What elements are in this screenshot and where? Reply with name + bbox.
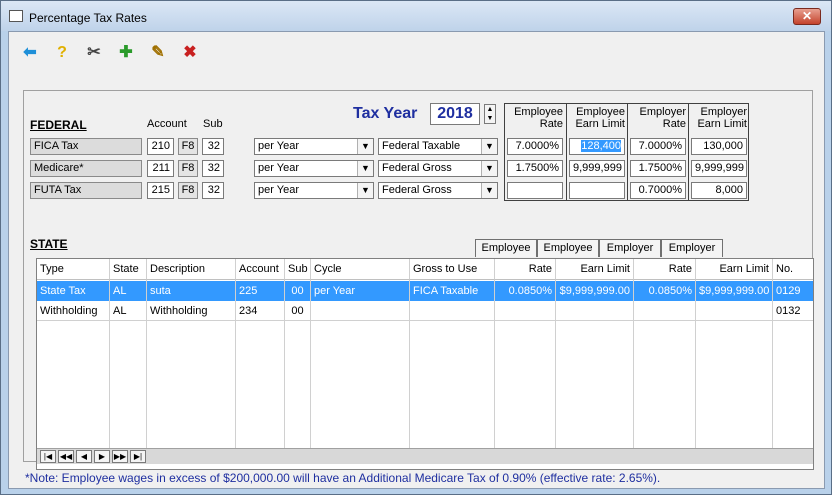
client-area: ⬅ ? ✂ ✚ ✎ ✖ FEDERAL Account Sub Tax Year… xyxy=(8,31,825,489)
add-record-icon[interactable]: ✚ xyxy=(115,42,137,64)
chevron-down-icon[interactable]: ▼ xyxy=(481,183,497,198)
col-employee-rate: Employee Rate xyxy=(514,106,563,130)
next-page-button[interactable]: ▶▶ xyxy=(112,450,128,463)
tab-employee-rate[interactable]: Employee xyxy=(475,239,537,257)
futa-cycle-select[interactable]: per Year ▼ xyxy=(254,182,374,199)
futa-employee-earn-limit[interactable] xyxy=(569,182,625,199)
col-employer-rate: Employer Rate xyxy=(639,106,686,130)
futa-employee-rate[interactable] xyxy=(507,182,563,199)
col-account[interactable]: Account xyxy=(236,259,285,280)
chevron-down-icon[interactable]: ▼ xyxy=(357,183,373,198)
back-arrow-icon[interactable]: ⬅ xyxy=(19,42,41,64)
help-icon[interactable]: ? xyxy=(51,42,73,64)
window-title: Percentage Tax Rates xyxy=(29,11,147,25)
col-employer-earn-limit[interactable]: Earn Limit xyxy=(696,259,773,280)
medicare-account-field[interactable]: 211 xyxy=(147,160,174,177)
col-type[interactable]: Type xyxy=(37,259,110,280)
window: Percentage Tax Rates ✕ ⬅ ? ✂ ✚ ✎ ✖ FEDER… xyxy=(0,0,832,495)
tax-panel: FEDERAL Account Sub Tax Year 2018 ▲ ▼ Emp… xyxy=(23,90,814,470)
col-employer-rate[interactable]: Rate xyxy=(634,259,696,280)
next-record-button[interactable]: ▶ xyxy=(94,450,110,463)
medicare-f8-button[interactable]: F8 xyxy=(178,160,198,177)
medicare-employer-earn-limit[interactable]: 9,999,999 xyxy=(691,160,747,177)
fica-employee-rate[interactable]: 7.0000% xyxy=(507,138,563,155)
medicare-employer-rate[interactable]: 1.7500% xyxy=(630,160,686,177)
record-navigator: |◀ ◀◀ ◀ ▶ ▶▶ ▶| xyxy=(37,448,813,464)
col-cycle[interactable]: Cycle xyxy=(311,259,410,280)
col-description[interactable]: Description xyxy=(147,259,236,280)
tax-year-field[interactable]: 2018 xyxy=(430,103,480,125)
chevron-down-icon[interactable]: ▼ xyxy=(357,139,373,154)
tab-employer-earn-limit[interactable]: Employer xyxy=(661,239,723,257)
futa-employer-rate[interactable]: 0.7000% xyxy=(630,182,686,199)
account-label: Account xyxy=(147,118,187,130)
federal-heading: FEDERAL xyxy=(30,118,87,132)
fica-cycle-select[interactable]: per Year ▼ xyxy=(254,138,374,155)
fica-account-field[interactable]: 210 xyxy=(147,138,174,155)
fica-f8-button[interactable]: F8 xyxy=(178,138,198,155)
tools-icon[interactable]: ✂ xyxy=(83,42,105,64)
tax-year-label: Tax Year xyxy=(353,105,418,122)
table-row[interactable]: State Tax AL suta 225 00 per Year FICA T… xyxy=(37,281,813,301)
medicare-note: *Note: Employee wages in excess of $200,… xyxy=(25,471,661,485)
col-employee-earn-limit[interactable]: Earn Limit xyxy=(556,259,634,280)
window-icon xyxy=(9,10,23,22)
fica-employee-earn-limit[interactable]: 128,400 xyxy=(569,138,625,155)
medicare-employee-rate[interactable]: 1.7500% xyxy=(507,160,563,177)
close-button[interactable]: ✕ xyxy=(793,8,821,25)
table-row[interactable]: Withholding AL Withholding 234 00 0132 xyxy=(37,301,813,321)
medicare-sub-field[interactable]: 32 xyxy=(202,160,224,177)
delete-record-icon[interactable]: ✖ xyxy=(179,42,201,64)
col-state[interactable]: State xyxy=(110,259,147,280)
futa-tax-name: FUTA Tax xyxy=(30,182,142,199)
medicare-cycle-select[interactable]: per Year ▼ xyxy=(254,160,374,177)
tab-employee-earn-limit[interactable]: Employee xyxy=(537,239,599,257)
sub-label: Sub xyxy=(203,118,223,130)
prev-page-button[interactable]: ◀◀ xyxy=(58,450,74,463)
futa-account-field[interactable]: 215 xyxy=(147,182,174,199)
fica-employer-earn-limit[interactable]: 130,000 xyxy=(691,138,747,155)
state-tax-grid: Type State Description Account Sub Cycle… xyxy=(36,258,814,470)
fica-tax-name: FICA Tax xyxy=(30,138,142,155)
col-employee-earn-limit: Employee Earn Limit xyxy=(575,106,625,130)
col-employer-earn-limit: Employer Earn Limit xyxy=(697,106,747,130)
chevron-down-icon[interactable]: ▼ xyxy=(481,161,497,176)
tab-employer-rate[interactable]: Employer xyxy=(599,239,661,257)
state-heading: STATE xyxy=(30,237,68,251)
prev-record-button[interactable]: ◀ xyxy=(76,450,92,463)
col-employee-rate[interactable]: Rate xyxy=(495,259,556,280)
medicare-employee-earn-limit[interactable]: 9,999,999 xyxy=(569,160,625,177)
title-bar: Percentage Tax Rates ✕ xyxy=(1,1,831,31)
fica-sub-field[interactable]: 32 xyxy=(202,138,224,155)
col-gross-to-use[interactable]: Gross to Use xyxy=(410,259,495,280)
futa-employer-earn-limit[interactable]: 8,000 xyxy=(691,182,747,199)
futa-f8-button[interactable]: F8 xyxy=(178,182,198,199)
col-number[interactable]: No. xyxy=(773,259,813,280)
chevron-down-icon[interactable]: ▼ xyxy=(481,139,497,154)
chevron-down-icon[interactable]: ▼ xyxy=(357,161,373,176)
edit-record-icon[interactable]: ✎ xyxy=(147,42,169,64)
futa-sub-field[interactable]: 32 xyxy=(202,182,224,199)
last-record-button[interactable]: ▶| xyxy=(130,450,146,463)
fica-gross-select[interactable]: Federal Taxable ▼ xyxy=(378,138,498,155)
first-record-button[interactable]: |◀ xyxy=(40,450,56,463)
col-sub[interactable]: Sub xyxy=(285,259,311,280)
medicare-name: Medicare* xyxy=(30,160,142,177)
tax-year-spinner[interactable]: ▲ ▼ xyxy=(484,104,496,124)
fica-employer-rate[interactable]: 7.0000% xyxy=(630,138,686,155)
medicare-gross-select[interactable]: Federal Gross ▼ xyxy=(378,160,498,177)
futa-gross-select[interactable]: Federal Gross ▼ xyxy=(378,182,498,199)
